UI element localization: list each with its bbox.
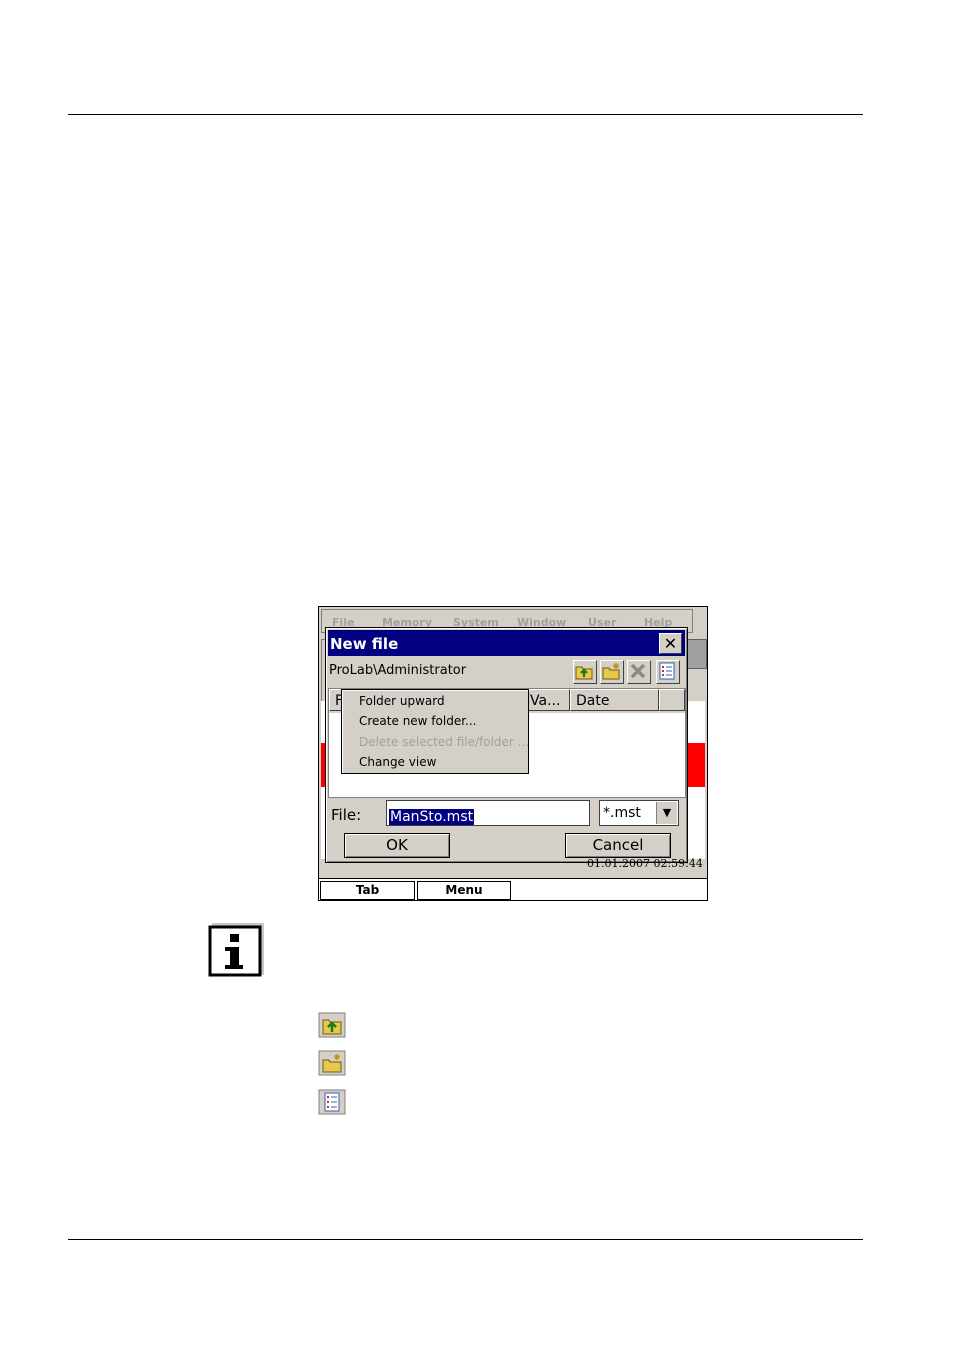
close-button[interactable]: ✕: [659, 633, 682, 654]
menu-item-delete-selected: Delete selected file/folder ...: [359, 735, 530, 749]
background-scroll-thumb: [687, 639, 707, 669]
context-menu: Folder upward Create new folder... Delet…: [341, 689, 529, 774]
file-name-input[interactable]: ManSto.mst: [386, 800, 590, 826]
menu-item-change-view[interactable]: Change view: [359, 755, 436, 769]
change-view-button[interactable]: [656, 660, 680, 684]
close-icon: ✕: [663, 634, 678, 653]
legend-folder-up-icon: [318, 1012, 346, 1038]
device-screenshot: File Memory System Window User Help New …: [318, 606, 708, 901]
delete-button[interactable]: [627, 660, 651, 684]
file-type-value: *.mst: [603, 805, 641, 821]
new-folder-button[interactable]: [600, 660, 624, 684]
menu-button[interactable]: Menu: [417, 881, 511, 900]
column-date[interactable]: Date: [570, 689, 659, 711]
legend-new-folder-icon: [318, 1050, 346, 1076]
ok-button[interactable]: OK: [344, 833, 450, 858]
dialog-titlebar: New file ✕: [328, 630, 685, 656]
alert-bar-right: [687, 743, 705, 787]
menu-item-create-new-folder[interactable]: Create new folder...: [359, 714, 476, 728]
info-icon: [208, 923, 264, 977]
new-folder-icon: [602, 663, 620, 680]
delete-icon: [630, 663, 646, 679]
dialog-title: New file: [330, 635, 399, 653]
dropdown-arrow-icon[interactable]: ▼: [656, 802, 677, 824]
file-label: File:: [331, 806, 362, 824]
column-value[interactable]: Va...: [524, 689, 570, 711]
legend-change-view-icon: [318, 1089, 346, 1115]
header-rule: [68, 114, 863, 115]
footer-rule: [68, 1239, 863, 1240]
status-timestamp: 01.01.2007 02:59:44: [587, 857, 703, 870]
current-path: ProLab\Administrator: [329, 663, 467, 678]
folder-upward-button[interactable]: [573, 660, 597, 684]
column-filler: [659, 689, 685, 711]
taskbar: Tab Menu: [319, 878, 707, 900]
file-name-value: ManSto.mst: [389, 809, 475, 825]
new-file-dialog: New file ✕ ProLab\Administrator F Va... …: [325, 627, 688, 863]
file-type-select[interactable]: *.mst ▼: [599, 800, 679, 826]
menu-item-folder-upward[interactable]: Folder upward: [359, 694, 445, 708]
change-view-icon: [659, 662, 675, 680]
tab-button[interactable]: Tab: [320, 881, 415, 900]
cancel-button[interactable]: Cancel: [565, 833, 671, 858]
folder-up-icon: [575, 666, 593, 680]
